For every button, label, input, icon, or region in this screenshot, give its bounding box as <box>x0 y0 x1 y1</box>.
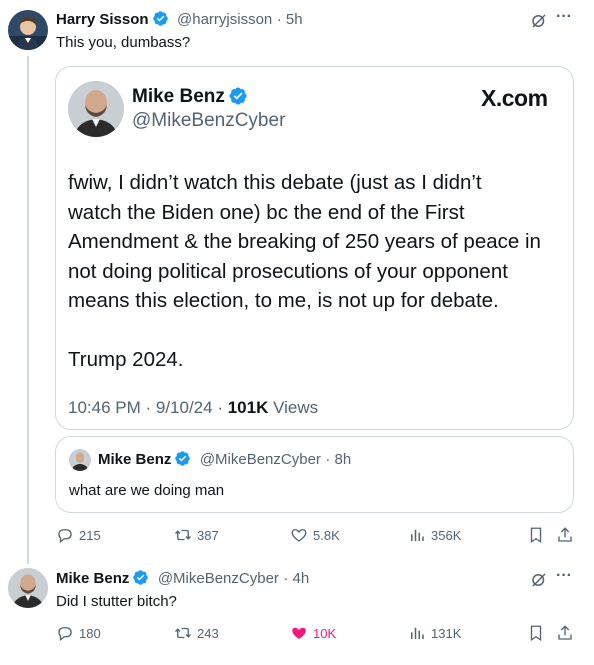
author-handle[interactable]: @MikeBenzCyber <box>158 570 279 587</box>
quote-text: what are we doing man <box>69 482 225 499</box>
avatar-mike-benz[interactable] <box>8 568 48 608</box>
quote-author-handle: @MikeBenzCyber <box>199 451 321 468</box>
repost-count: 243 <box>197 625 219 641</box>
share-button[interactable] <box>556 624 574 642</box>
like-button[interactable]: 10K <box>290 624 336 642</box>
screenshot-author: Mike Benz <box>132 86 248 108</box>
embedded-screenshot-card[interactable]: Mike Benz @MikeBenzCyber X.com fwiw, I d… <box>55 66 574 430</box>
tweet-time[interactable]: · 5h <box>277 11 303 28</box>
reply-count: 215 <box>79 527 101 543</box>
repost-button[interactable]: 387 <box>174 526 219 544</box>
more-icon[interactable]: ··· <box>556 567 572 585</box>
reply-icon <box>58 627 72 642</box>
author-name[interactable]: Harry Sisson <box>56 11 149 28</box>
avatar-mike-benz-small <box>69 449 91 471</box>
grok-icon[interactable] <box>530 571 548 589</box>
tweet2-header: Mike Benz @MikeBenzCyber · 4h <box>56 569 309 588</box>
reply-button[interactable]: 215 <box>56 526 101 544</box>
avatar-mike-benz-large <box>68 81 124 137</box>
tweet-text: This you, dumbass? <box>56 34 191 51</box>
thread-connector-line <box>27 56 29 564</box>
heart-icon <box>291 529 307 542</box>
xcom-brand-label: X.com <box>481 85 548 111</box>
verified-badge-icon <box>133 570 149 585</box>
reply-count: 180 <box>79 625 101 641</box>
screenshot-author-handle: @MikeBenzCyber <box>132 110 286 131</box>
more-icon[interactable]: ··· <box>556 8 572 26</box>
verified-badge-icon <box>175 451 191 466</box>
share-icon <box>558 625 572 640</box>
views-button[interactable]: 131K <box>408 624 461 642</box>
tweet-time[interactable]: · 4h <box>283 570 309 587</box>
author-handle[interactable]: @harryjsisson <box>177 11 272 28</box>
share-button[interactable] <box>556 526 574 544</box>
screenshot-tweet-text: fwiw, I didn’t watch this debate (just a… <box>68 171 541 371</box>
heart-icon <box>292 627 306 639</box>
views-button[interactable]: 356K <box>408 526 461 544</box>
grok-icon[interactable] <box>530 12 548 30</box>
bookmark-button[interactable] <box>527 526 545 544</box>
like-button[interactable]: 5.8K <box>290 526 340 544</box>
share-icon <box>558 527 572 542</box>
repost-icon <box>175 529 191 541</box>
author-name[interactable]: Mike Benz <box>56 570 129 587</box>
views-icon <box>411 529 424 541</box>
quote-author-name: Mike Benz <box>98 451 172 468</box>
screenshot-meta: 10:46 PM · 9/10/24 · 101K Views <box>68 398 319 417</box>
views-count: 131K <box>431 625 462 641</box>
like-count: 10K <box>313 625 337 641</box>
tweet1-header: Harry Sisson @harryjsisson · 5h <box>56 10 303 29</box>
repost-icon <box>175 627 191 639</box>
verified-badge-icon <box>229 87 247 105</box>
quote-time: · 8h <box>325 451 352 468</box>
repost-button[interactable]: 243 <box>174 624 219 642</box>
screenshot-time: 10:46 PM <box>68 398 141 417</box>
reply-icon <box>58 529 72 544</box>
bookmark-icon <box>530 625 542 642</box>
views-icon <box>411 627 424 639</box>
tweet-text: Did I stutter bitch? <box>56 593 177 610</box>
screenshot-date: 9/10/24 <box>155 398 213 417</box>
screenshot-views-label: Views <box>273 398 319 417</box>
screenshot-author-name: Mike Benz <box>132 86 225 107</box>
reply-button[interactable]: 180 <box>56 624 101 642</box>
quoted-tweet-card[interactable]: Mike Benz @MikeBenzCyber · 8h what are w… <box>55 436 574 513</box>
like-count: 5.8K <box>313 527 340 543</box>
avatar-harry-sisson[interactable] <box>8 10 48 50</box>
screenshot-views-count: 101K <box>227 398 269 417</box>
quote-header: Mike Benz @MikeBenzCyber · 8h <box>98 450 351 469</box>
bookmark-button[interactable] <box>527 624 545 642</box>
bookmark-icon <box>530 527 542 544</box>
views-count: 356K <box>431 527 462 543</box>
verified-badge-icon <box>152 11 168 26</box>
repost-count: 387 <box>197 527 219 543</box>
